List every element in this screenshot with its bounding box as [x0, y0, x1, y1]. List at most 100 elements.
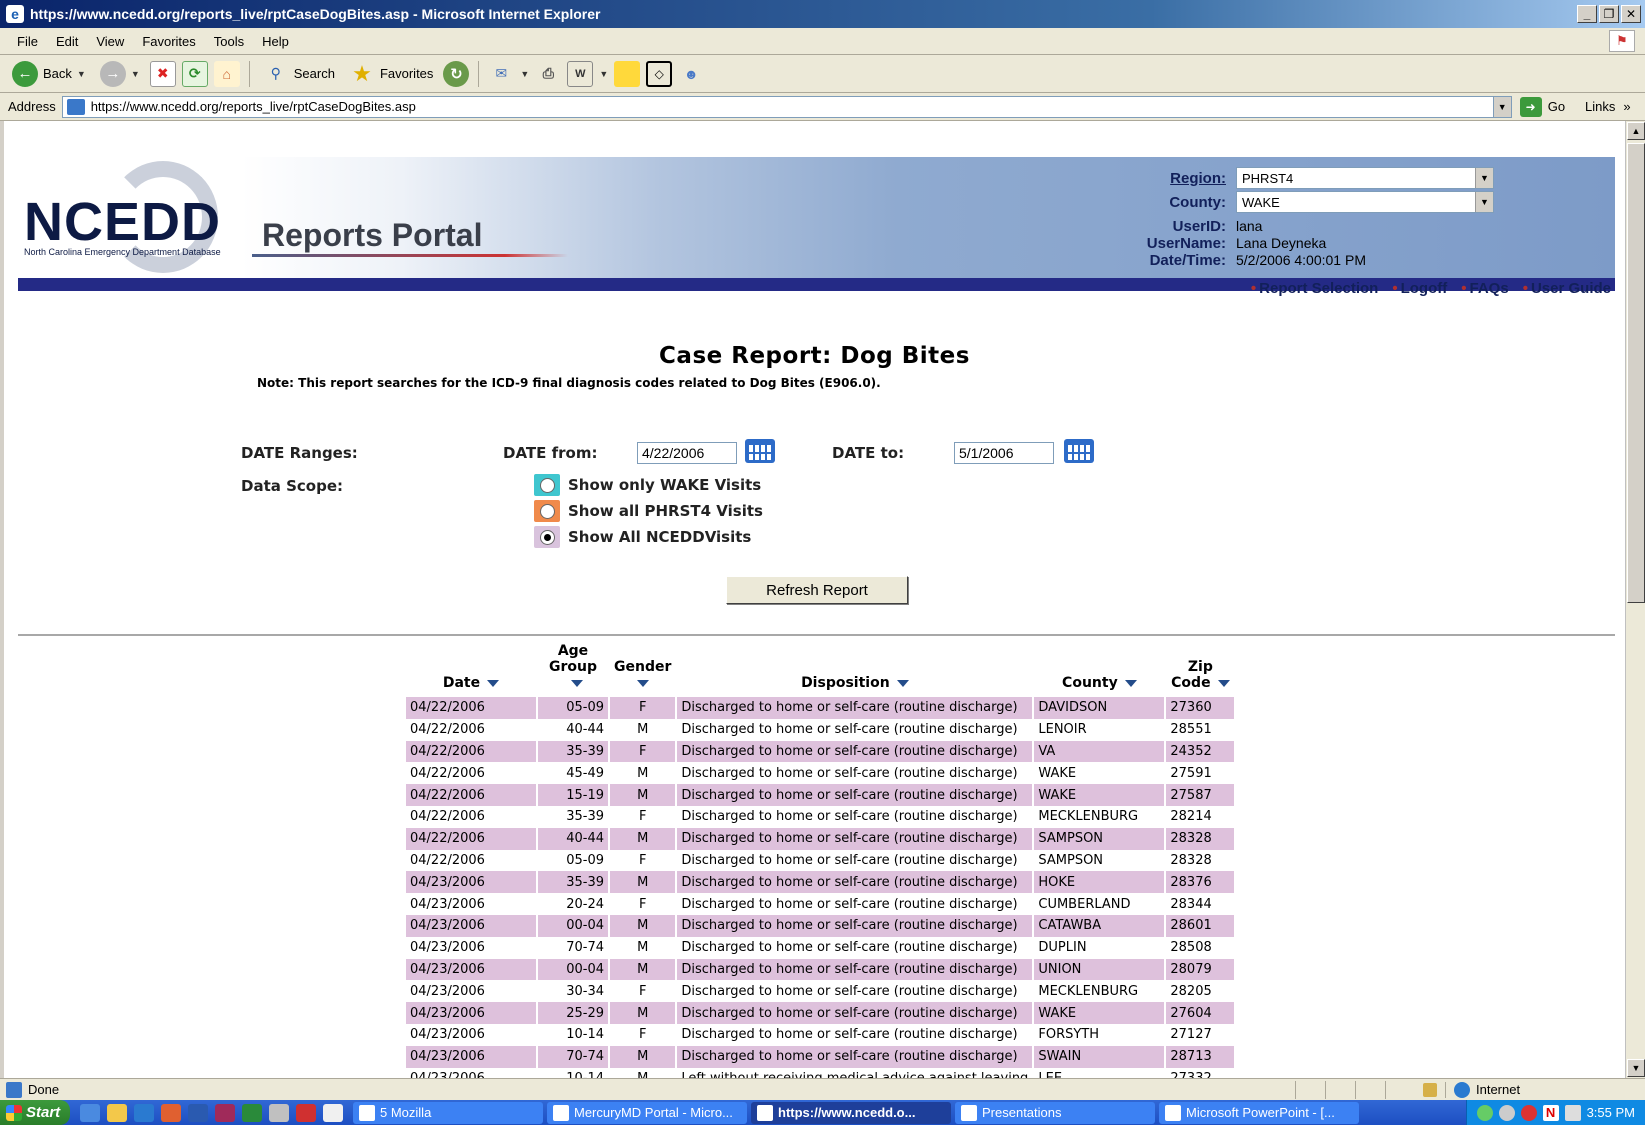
cell-county: LEE — [1034, 1068, 1164, 1078]
desktop-icon[interactable] — [80, 1103, 100, 1122]
menu-help[interactable]: Help — [253, 34, 298, 49]
back-dropdown-icon[interactable]: ▼ — [77, 69, 86, 79]
radio-icon[interactable] — [539, 503, 555, 519]
refresh-report-button[interactable]: Refresh Report — [726, 576, 908, 604]
links-button[interactable]: Links — [1585, 99, 1615, 114]
region-select[interactable]: PHRST4 ▼ — [1236, 167, 1494, 189]
logoff-link[interactable]: • Logoff — [1392, 280, 1447, 297]
scroll-up-icon[interactable]: ▲ — [1627, 122, 1645, 140]
research-icon[interactable]: ◇ — [646, 60, 673, 87]
cell-gender: M — [610, 914, 676, 937]
scope-option-wake[interactable]: Show only WAKE Visits — [534, 474, 761, 496]
tray-n-icon[interactable]: N — [1542, 1104, 1559, 1121]
table-row: 04/23/2006 00-04 M Discharged to home or se… — [406, 914, 1235, 937]
taskbar-button[interactable]: MercuryMD Portal - Micro... — [547, 1101, 747, 1124]
menu-file[interactable]: File — [8, 34, 47, 49]
faqs-link[interactable]: • FAQs — [1461, 280, 1508, 297]
refresh-icon[interactable]: ⟳ — [181, 60, 208, 87]
region-link[interactable]: Region: — [1058, 170, 1236, 187]
cell-age-group: 40-44 — [566, 722, 604, 738]
tray-icon[interactable] — [1498, 1104, 1515, 1121]
date-to-input[interactable]: 5/1/2006 — [954, 442, 1054, 464]
header-county[interactable]: County — [1034, 643, 1164, 697]
history-icon[interactable]: ↻ — [443, 60, 470, 87]
powerpoint-icon[interactable] — [161, 1103, 181, 1122]
tray-icon[interactable] — [1520, 1104, 1537, 1121]
scroll-down-icon[interactable]: ▼ — [1627, 1059, 1645, 1077]
start-button[interactable]: Start — [0, 1100, 70, 1125]
taskbar-button[interactable]: https://www.ncedd.o... — [751, 1101, 951, 1124]
search-button[interactable]: ⚲ Search — [259, 59, 339, 89]
table-row: 04/22/2006 45-49 M Discharged to home or se… — [406, 762, 1234, 784]
taskbar-button[interactable]: Presentations — [955, 1101, 1155, 1124]
mail-icon[interactable]: ✉ — [488, 61, 514, 87]
address-url[interactable]: https://www.ncedd.org/reports_live/rptCa… — [91, 99, 1493, 114]
header-age-group[interactable]: Age Group — [538, 643, 608, 697]
user-guide-link[interactable]: • User Guide — [1523, 280, 1611, 297]
access-icon[interactable] — [215, 1103, 235, 1122]
word-icon[interactable] — [188, 1103, 208, 1122]
taskbar-button[interactable]: Microsoft PowerPoint - [... — [1159, 1101, 1359, 1124]
ie-icon[interactable] — [134, 1103, 154, 1122]
explorer-icon[interactable] — [107, 1103, 127, 1122]
address-input[interactable]: https://www.ncedd.org/reports_live/rptCa… — [61, 95, 1512, 118]
radio-selected-icon[interactable] — [539, 529, 555, 545]
media-icon[interactable] — [323, 1103, 343, 1122]
sort-arrow-icon — [1217, 679, 1230, 687]
county-dropdown-icon[interactable]: ▼ — [1475, 192, 1493, 212]
address-dropdown-icon[interactable]: ▼ — [1492, 96, 1511, 117]
print-icon[interactable]: ⎙ — [535, 61, 561, 87]
note-icon[interactable] — [614, 60, 641, 87]
date-to-calendar-icon[interactable] — [1064, 439, 1094, 463]
close-button[interactable]: ✕ — [1621, 5, 1641, 23]
edit-word-icon[interactable]: W — [567, 60, 594, 87]
cell-zip: 28079 — [1166, 958, 1235, 981]
tray-icon[interactable] — [1476, 1104, 1493, 1121]
scroll-thumb[interactable] — [1627, 143, 1645, 603]
tray-icon[interactable] — [1564, 1104, 1581, 1121]
county-select[interactable]: WAKE ▼ — [1236, 191, 1494, 213]
page-icon — [66, 98, 85, 115]
address-bar: Address https://www.ncedd.org/reports_li… — [0, 93, 1645, 121]
report-selection-link[interactable]: • Report Selection — [1251, 280, 1378, 297]
page-done-icon — [6, 1081, 22, 1098]
cell-date: 04/22/2006 — [406, 740, 536, 763]
cell-disposition: Discharged to home or self-care (routine… — [677, 827, 1033, 850]
menu-favorites[interactable]: Favorites — [133, 34, 204, 49]
scope-option-ncedd[interactable]: Show All NCEDDVisits — [534, 526, 751, 548]
excel-icon[interactable] — [242, 1103, 262, 1122]
restore-button[interactable]: ❐ — [1599, 5, 1619, 23]
date-from-calendar-icon[interactable] — [745, 439, 775, 463]
stop-icon[interactable]: ✖ — [149, 60, 176, 87]
radio-icon[interactable] — [539, 477, 555, 493]
cell-zip: 28205 — [1170, 983, 1212, 999]
home-icon[interactable]: ⌂ — [213, 60, 240, 87]
chevron-right-icon[interactable]: » — [1623, 99, 1630, 114]
back-button[interactable]: ← Back ▼ — [8, 59, 90, 89]
messenger-icon[interactable]: ☻ — [678, 61, 704, 87]
forward-button[interactable]: → ▼ — [96, 59, 144, 89]
menu-edit[interactable]: Edit — [47, 34, 87, 49]
taskbar-button[interactable]: 5 Mozilla — [353, 1101, 543, 1124]
scope-option-phrst4[interactable]: Show all PHRST4 Visits — [534, 500, 763, 522]
tool-icon[interactable] — [269, 1103, 289, 1122]
region-dropdown-icon[interactable]: ▼ — [1475, 168, 1493, 188]
header-zip-code[interactable]: Zip Code — [1166, 643, 1234, 697]
go-button[interactable]: ➜ Go — [1519, 96, 1565, 117]
minimize-button[interactable]: _ — [1577, 5, 1597, 23]
date-from-input[interactable]: 4/22/2006 — [637, 442, 737, 464]
favorites-button[interactable]: ★ Favorites — [345, 59, 437, 89]
header-gender[interactable]: Gender — [610, 643, 675, 697]
app-icon[interactable] — [296, 1103, 316, 1122]
cell-date: 04/23/2006 — [410, 896, 485, 912]
header-disposition[interactable]: Disposition — [677, 643, 1032, 697]
vertical-scrollbar[interactable]: ▲ ▼ — [1625, 121, 1645, 1078]
menu-view[interactable]: View — [87, 34, 133, 49]
mail-dropdown-icon[interactable]: ▼ — [520, 69, 529, 79]
menu-tools[interactable]: Tools — [205, 34, 253, 49]
cell-date: 04/22/2006 — [410, 852, 485, 868]
cell-age-group: 00-04 — [538, 914, 608, 937]
forward-dropdown-icon[interactable]: ▼ — [131, 69, 140, 79]
edit-dropdown-icon[interactable]: ▼ — [599, 69, 608, 79]
header-date[interactable]: Date — [406, 643, 536, 697]
